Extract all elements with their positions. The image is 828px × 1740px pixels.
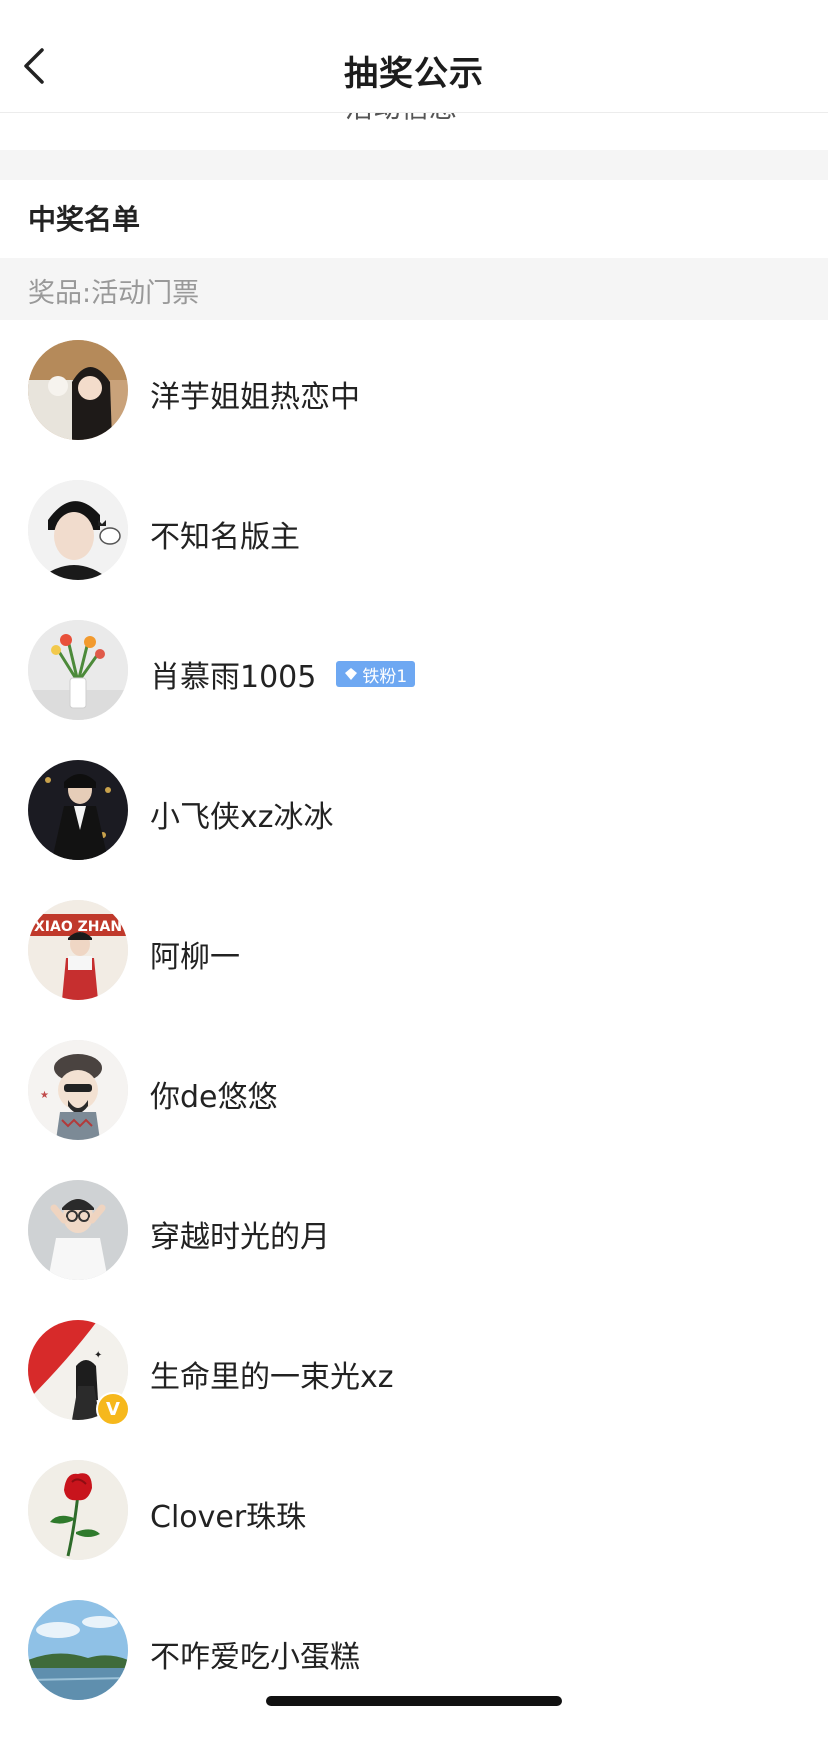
- fan-level-badge: 铁粉1: [336, 661, 416, 687]
- winner-name: 不知名版主: [150, 520, 300, 555]
- winner-row[interactable]: 不咋爱吃小蛋糕: [0, 1600, 828, 1740]
- winner-row[interactable]: 穿越时光的月: [0, 1180, 828, 1320]
- diamond-icon: [345, 668, 358, 680]
- winner-name: 生命里的一束光xz: [150, 1360, 394, 1395]
- winner-row[interactable]: 不知名版主: [0, 480, 828, 620]
- winner-name: 肖慕雨1005 铁粉1: [150, 652, 416, 696]
- fan-level-label: 铁粉1: [362, 666, 408, 687]
- avatar: [28, 760, 128, 860]
- avatar: [28, 1460, 128, 1560]
- avatar: [28, 340, 128, 440]
- prize-header: 奖品:活动门票: [0, 258, 828, 320]
- winner-row[interactable]: Clover珠珠: [0, 1460, 828, 1600]
- home-indicator: [266, 1696, 562, 1706]
- winner-row[interactable]: 小飞侠xz冰冰: [0, 760, 828, 900]
- winner-list: 洋芋姐姐热恋中 不知名版主 肖慕雨1005 铁粉1 小飞侠xz冰冰 XIAO Z…: [0, 340, 828, 1740]
- winner-row[interactable]: XIAO ZHAN 阿柳一: [0, 900, 828, 1040]
- winner-name: 穿越时光的月: [150, 1220, 330, 1255]
- winner-list-title: 中奖名单: [28, 203, 141, 236]
- section-divider: [0, 150, 828, 180]
- nav-bar: 抽奖公示: [0, 0, 828, 113]
- svg-text:✦: ✦: [94, 1350, 102, 1361]
- avatar: ★: [28, 1040, 128, 1140]
- winner-name: 不咋爱吃小蛋糕: [150, 1640, 360, 1675]
- verified-badge: V: [96, 1392, 130, 1426]
- page-title: 抽奖公示: [344, 54, 484, 94]
- svg-text:★: ★: [40, 1090, 49, 1101]
- winner-row[interactable]: ✦ V 生命里的一束光xz: [0, 1320, 828, 1460]
- winner-name: 阿柳一: [150, 940, 240, 975]
- avatar: [28, 620, 128, 720]
- winner-name: Clover珠珠: [150, 1500, 307, 1535]
- winner-row[interactable]: 肖慕雨1005 铁粉1: [0, 620, 828, 760]
- avatar: XIAO ZHAN: [28, 900, 128, 1000]
- avatar: [28, 480, 128, 580]
- winner-name: 洋芋姐姐热恋中: [150, 380, 360, 415]
- prize-label: 奖品:活动门票: [28, 278, 200, 309]
- winner-row[interactable]: ★ 你de悠悠: [0, 1040, 828, 1180]
- winner-row[interactable]: 洋芋姐姐热恋中: [0, 340, 828, 480]
- avatar: [28, 1600, 128, 1700]
- winner-name: 你de悠悠: [150, 1080, 278, 1115]
- winner-name: 小飞侠xz冰冰: [150, 800, 334, 835]
- avatar: [28, 1180, 128, 1280]
